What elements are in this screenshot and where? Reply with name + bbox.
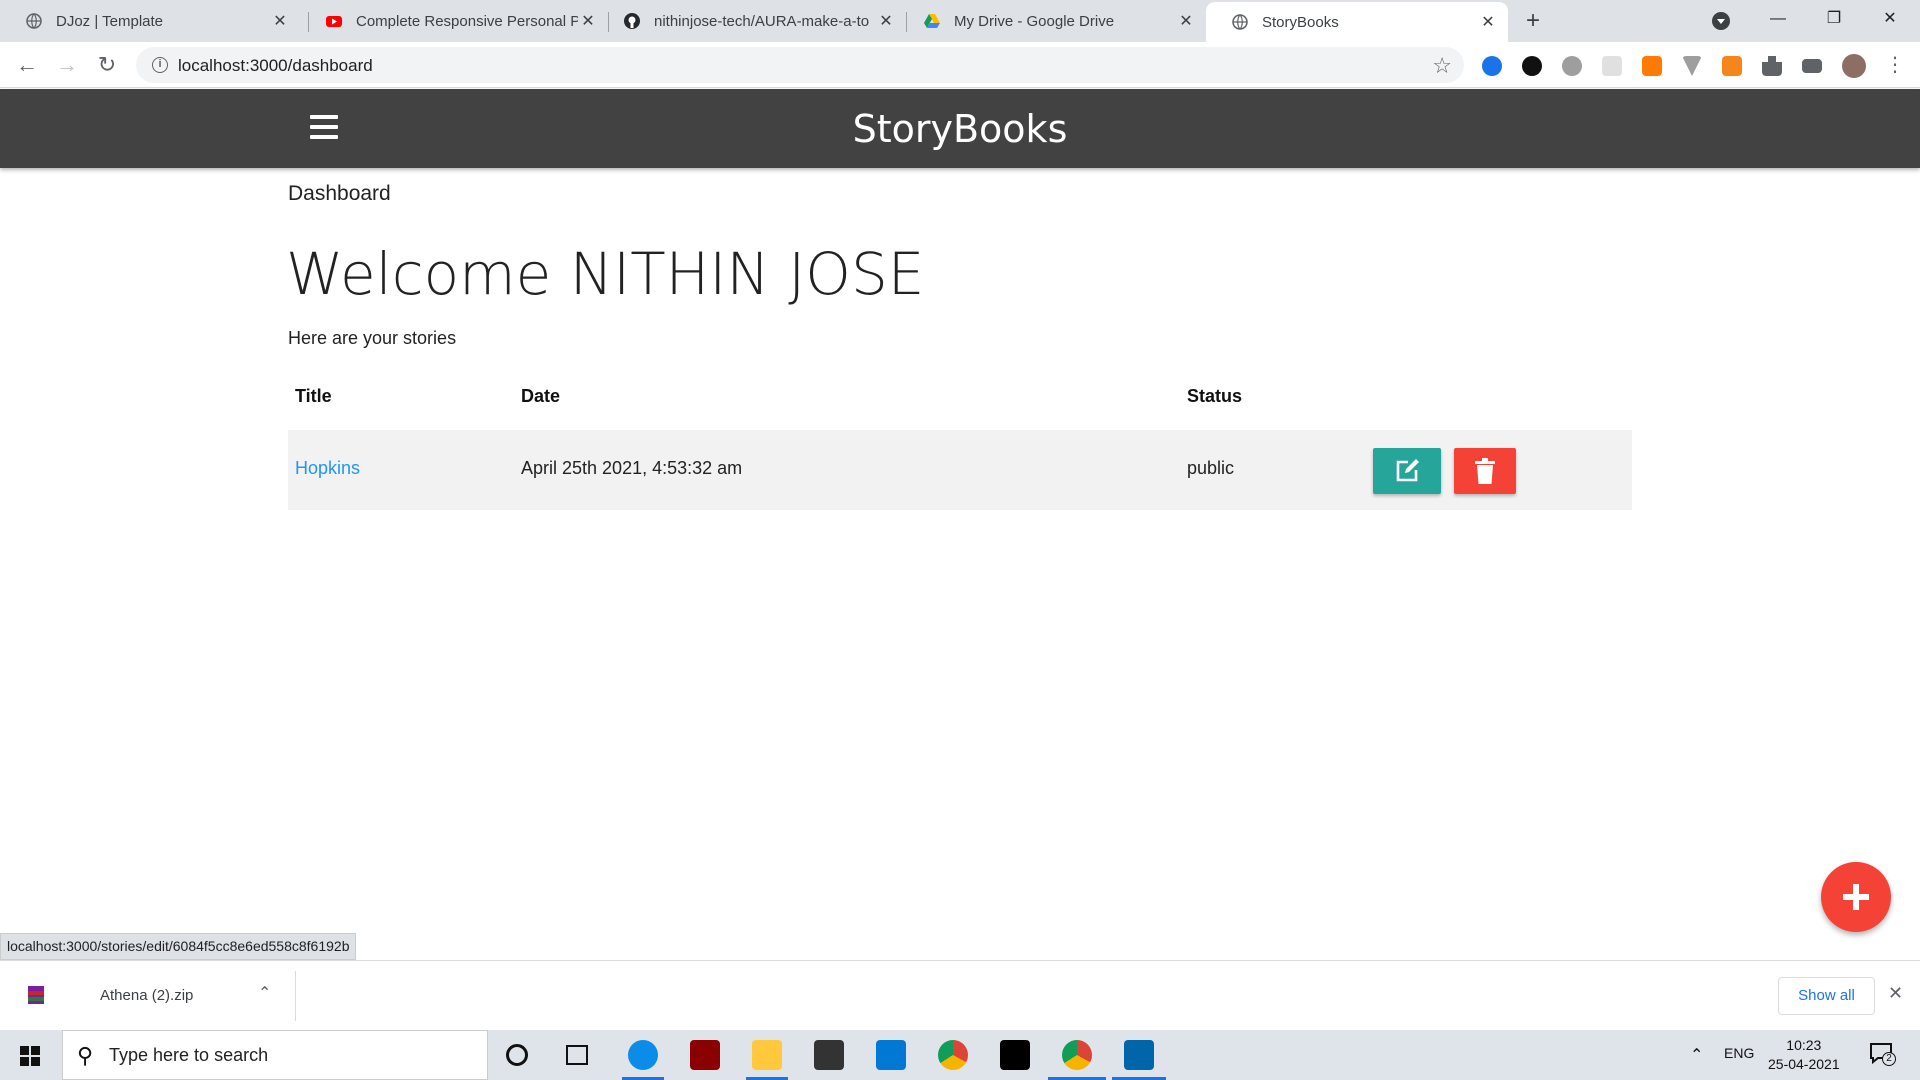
tab-title: DJoz | Template (56, 12, 163, 30)
story-date: April 25th 2021, 4:53:32 am (521, 458, 743, 478)
close-tab-icon[interactable]: ✕ (1478, 12, 1498, 32)
close-tab-icon[interactable]: ✕ (1176, 11, 1196, 31)
chevron-up-icon[interactable]: ⌃ (258, 983, 271, 1003)
window-close-button[interactable]: ✕ (1862, 0, 1918, 40)
bookmark-star-icon[interactable]: ☆ (1432, 53, 1452, 79)
story-title-link[interactable]: Hopkins (295, 458, 360, 479)
site-info-icon[interactable]: i (152, 57, 168, 73)
youtube-icon (326, 16, 342, 27)
microsoft-store-icon[interactable] (814, 1040, 844, 1070)
browser-tab-storybooks[interactable]: StoryBooks ✕ (1206, 2, 1508, 42)
download-filename[interactable]: Athena (2).zip (100, 987, 193, 1004)
browser-toolbar: ← → ↻ i localhost:3000/dashboard ☆ ⋮ (0, 42, 1920, 88)
breadcrumb: Dashboard (288, 182, 391, 205)
extension-v-icon[interactable] (1682, 56, 1702, 76)
windows-start-icon[interactable] (20, 1046, 40, 1066)
winrar-archive-icon (28, 986, 44, 1004)
table-row: Hopkins April 25th 2021, 4:53:32 am publ… (288, 430, 1632, 510)
back-button[interactable]: ← (12, 50, 42, 80)
tab-title: StoryBooks (1262, 13, 1339, 31)
clock-date: 25-04-2021 (1768, 1056, 1840, 1072)
extensions-puzzle-icon[interactable] (1762, 56, 1782, 76)
google-drive-icon (924, 14, 940, 28)
extension-circle-icon[interactable] (1522, 56, 1542, 76)
tab-search-icon[interactable] (1712, 12, 1730, 30)
tab-title: My Drive - Google Drive (954, 12, 1115, 30)
browser-tab-djoz[interactable]: DJoz | Template ✕ (0, 0, 300, 42)
clock-time: 10:23 (1786, 1037, 1822, 1053)
task-view-icon[interactable] (566, 1045, 588, 1065)
taskbar-search-box[interactable]: ⚲ Type here to search (62, 1030, 488, 1080)
delete-story-button[interactable] (1454, 448, 1516, 494)
close-tab-icon[interactable]: ✕ (578, 11, 598, 31)
chrome-active-icon[interactable] (1062, 1040, 1092, 1070)
add-story-fab[interactable] (1821, 862, 1891, 932)
status-bar-url: localhost:3000/stories/edit/6084f5cc8e6e… (0, 933, 357, 960)
address-url[interactable]: localhost:3000/dashboard (178, 56, 373, 76)
edit-icon (1396, 459, 1419, 482)
browser-menu-icon[interactable]: ⋮ (1880, 50, 1910, 80)
browser-tab-youtube[interactable]: Complete Responsive Personal Po ✕ (300, 0, 608, 42)
restore-button[interactable]: ❐ (1806, 0, 1862, 40)
trash-icon (1475, 458, 1495, 484)
extension-layers-icon[interactable] (1642, 56, 1662, 76)
plus-icon (1843, 884, 1869, 910)
language-indicator[interactable]: ENG (1724, 1045, 1754, 1061)
windows-taskbar: ⚲ Type here to search ⌃ ENG 10:23 25-04-… (0, 1030, 1920, 1080)
close-tab-icon[interactable]: ✕ (876, 11, 896, 31)
shelf-divider (295, 971, 296, 1021)
download-shelf: Athena (2).zip ⌃ Show all ✕ (0, 960, 1920, 1030)
show-all-button[interactable]: Show all (1778, 977, 1875, 1015)
story-status: public (1187, 458, 1235, 478)
search-icon: ⚲ (77, 1043, 94, 1068)
globe-icon (1232, 14, 1248, 30)
welcome-heading: Welcome NITHIN JOSE (286, 240, 925, 308)
chevron-up-icon[interactable]: ⌃ (1690, 1045, 1703, 1065)
browser-tab-strip: DJoz | Template ✕ Complete Responsive Pe… (0, 0, 1920, 42)
mail-icon[interactable] (876, 1040, 906, 1070)
notification-center-icon[interactable]: 2 (1868, 1040, 1896, 1068)
column-header-date: Date (521, 386, 561, 406)
chrome-icon[interactable] (938, 1040, 968, 1070)
address-bar[interactable]: i localhost:3000/dashboard ☆ (136, 47, 1464, 83)
profile-avatar[interactable] (1842, 54, 1866, 78)
intellij-icon[interactable] (1000, 1040, 1030, 1070)
file-explorer-icon[interactable] (752, 1040, 782, 1070)
github-icon (624, 13, 640, 29)
edge-browser-icon[interactable] (628, 1040, 658, 1070)
minimize-button[interactable]: — (1750, 0, 1806, 40)
tab-title: nithinjose-tech/AURA-make-a-to (654, 12, 870, 30)
globe-icon (26, 13, 42, 29)
extension-bookmark-icon[interactable] (1482, 56, 1502, 76)
column-header-status: Status (1187, 386, 1243, 406)
reload-button[interactable]: ↻ (92, 50, 122, 80)
metamask-fox-icon[interactable] (1722, 56, 1742, 76)
app-red-icon[interactable] (690, 1040, 720, 1070)
stories-subtitle: Here are your stories (288, 328, 457, 348)
new-tab-button[interactable]: + (1520, 6, 1546, 36)
browser-tab-google-drive[interactable]: My Drive - Google Drive ✕ (898, 0, 1206, 42)
notification-count-badge: 2 (1882, 1052, 1896, 1066)
cortana-icon[interactable] (506, 1044, 528, 1066)
tab-title: Complete Responsive Personal Po (356, 12, 578, 30)
edit-story-button[interactable] (1373, 448, 1441, 494)
brand-logo[interactable]: StoryBooks (0, 107, 1920, 151)
media-control-icon[interactable] (1802, 59, 1822, 73)
extension-blank-icon[interactable] (1602, 56, 1622, 76)
system-clock[interactable]: 10:23 25-04-2021 (1768, 1036, 1840, 1074)
column-header-title: Title (295, 386, 332, 406)
close-shelf-icon[interactable]: ✕ (1888, 983, 1903, 1004)
close-tab-icon[interactable]: ✕ (270, 11, 290, 31)
browser-tab-github[interactable]: nithinjose-tech/AURA-make-a-to ✕ (598, 0, 906, 42)
vscode-icon[interactable] (1124, 1040, 1154, 1070)
taskbar-search-placeholder: Type here to search (109, 1045, 269, 1065)
app-navbar: StoryBooks (0, 89, 1920, 168)
forward-button[interactable]: → (52, 50, 82, 80)
extension-gear-icon[interactable] (1562, 56, 1582, 76)
